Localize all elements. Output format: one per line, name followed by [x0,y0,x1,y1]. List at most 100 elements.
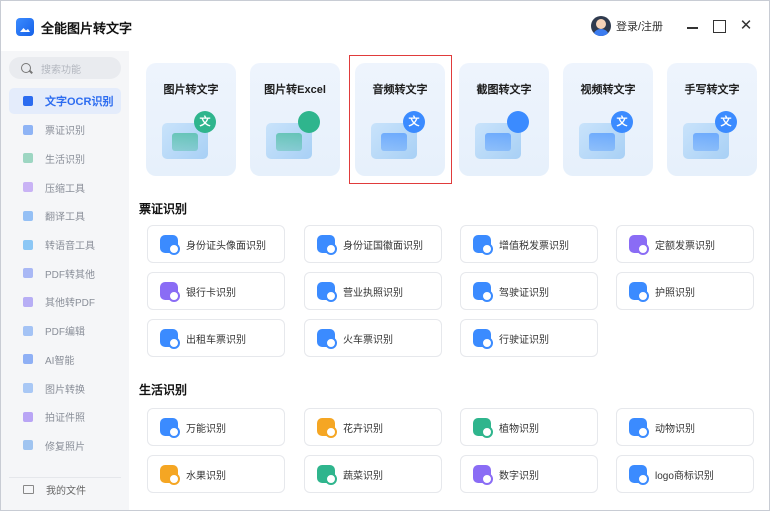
feature-button[interactable]: 出租车票识别 [147,319,285,357]
ticket-icon [23,124,33,135]
tool-card-label: 图片转文字 [163,84,219,96]
feature-button[interactable]: 水果识别 [147,455,285,493]
feature-button-label: 营业执照识别 [343,287,403,299]
minimize-button[interactable] [682,16,702,36]
feature-button[interactable]: 驾驶证识别 [460,272,598,310]
id-photo-icon [23,411,33,422]
feature-button[interactable]: 蔬菜识别 [304,455,442,493]
section-title-life: 生活识别 [139,383,188,397]
feature-button[interactable]: 植物识别 [460,408,598,446]
sidebar-item[interactable]: 图片转换 [9,375,121,401]
tool-badge [298,111,320,133]
tool-card[interactable]: 图片转文字文 [146,63,236,176]
sidebar-item[interactable]: 转语音工具 [9,232,121,258]
feature-button[interactable]: 火车票识别 [304,319,442,357]
feature-button[interactable]: 花卉识别 [304,408,442,446]
sidebar-item-label: 翻译工具 [45,212,85,224]
avatar-icon [591,16,611,36]
sidebar-item[interactable]: 文字OCR识别 [9,88,121,114]
sidebar-item[interactable]: 修复照片 [9,432,121,458]
image-convert-icon [23,383,33,393]
plant-icon [473,418,493,438]
feature-button-label: 银行卡识别 [186,287,236,299]
life-icon [23,153,33,164]
feature-button[interactable]: 动物识别 [616,408,754,446]
digit-icon [473,465,493,485]
sidebar-item[interactable]: 翻译工具 [9,203,121,229]
flower-icon [317,418,337,438]
sidebar-item-label: PDF编辑 [45,327,85,339]
tool-art-glyph [589,133,615,151]
sidebar-item[interactable]: 压缩工具 [9,174,121,200]
id-card-back-icon [317,235,337,255]
feature-button[interactable]: 身份证头像面识别 [147,225,285,263]
voice-icon [23,239,33,250]
sidebar-item-label: 其他转PDF [45,298,95,310]
sidebar-item-label: PDF转其他 [45,269,95,281]
tool-card[interactable]: 图片转Excel [250,63,340,176]
my-files-button[interactable]: 我的文件 [9,477,121,501]
vehicle-license-icon [473,329,493,349]
feature-button[interactable]: 行驶证识别 [460,319,598,357]
sidebar-item[interactable]: 拍证件照 [9,404,121,430]
sidebar-item-label: 压缩工具 [45,183,85,195]
sidebar-item[interactable]: AI智能 [9,346,121,372]
feature-button-label: 万能识别 [186,423,226,435]
tool-art-glyph [276,133,302,151]
id-card-front-icon [160,235,180,255]
vat-invoice-icon [473,235,493,255]
ai-icon [23,354,33,365]
tool-badge: 文 [611,111,633,133]
tool-badge: 文 [715,111,737,133]
feature-button[interactable]: 银行卡识别 [147,272,285,310]
feature-button[interactable]: 数字识别 [460,455,598,493]
feature-button-label: 火车票识别 [343,334,393,346]
app-logo-icon [16,18,34,36]
sidebar-item[interactable]: PDF编辑 [9,318,121,344]
driver-license-icon [473,282,493,302]
selection-highlight [349,55,452,184]
tool-card[interactable]: 手写转文字文 [667,63,757,176]
feature-button-label: 身份证头像面识别 [186,240,266,252]
feature-button[interactable]: 营业执照识别 [304,272,442,310]
app-title: 全能图片转文字 [41,21,133,36]
feature-button-label: 数字识别 [499,470,539,482]
sidebar-item[interactable]: 票证识别 [9,117,121,143]
tool-card[interactable]: 视频转文字文 [563,63,653,176]
close-button[interactable]: ✕ [736,16,756,36]
feature-button-label: 花卉识别 [343,423,383,435]
feature-button-label: 定额发票识别 [655,240,715,252]
feature-button-label: 动物识别 [655,423,695,435]
feature-button-label: 蔬菜识别 [343,470,383,482]
feature-button[interactable]: 万能识别 [147,408,285,446]
tool-card-label: 图片转Excel [264,84,326,96]
feature-button-label: 身份证国徽面识别 [343,240,423,252]
train-ticket-icon [317,329,337,349]
feature-button[interactable]: 定额发票识别 [616,225,754,263]
sidebar-item[interactable]: PDF转其他 [9,260,121,286]
sidebar-item-label: 生活识别 [45,154,85,166]
maximize-button[interactable] [709,16,729,36]
feature-button[interactable]: 护照识别 [616,272,754,310]
tool-badge [507,111,529,133]
login-button[interactable]: 登录/注册 [591,15,663,37]
feature-button[interactable]: 增值税发票识别 [460,225,598,263]
sidebar-item-label: 拍证件照 [45,413,85,425]
tool-card-label: 手写转文字 [684,84,740,96]
sidebar-item-label: AI智能 [45,355,75,367]
universal-icon [160,418,180,438]
feature-button[interactable]: 身份证国徽面识别 [304,225,442,263]
tool-card-label: 截图转文字 [476,84,532,96]
image-to-excel-icon [266,111,324,159]
feature-button-label: logo商标识别 [655,470,714,482]
tool-card[interactable]: 截图转文字 [459,63,549,176]
bank-card-icon [160,282,180,302]
feature-button[interactable]: logo商标识别 [616,455,754,493]
my-files-label: 我的文件 [46,486,86,497]
sidebar-item[interactable]: 其他转PDF [9,289,121,315]
sidebar-item[interactable]: 生活识别 [9,145,121,171]
sidebar-item-label: 图片转换 [45,384,85,396]
fruit-icon [160,465,180,485]
search-input[interactable]: 搜索功能 [9,57,121,79]
search-icon [21,63,31,73]
